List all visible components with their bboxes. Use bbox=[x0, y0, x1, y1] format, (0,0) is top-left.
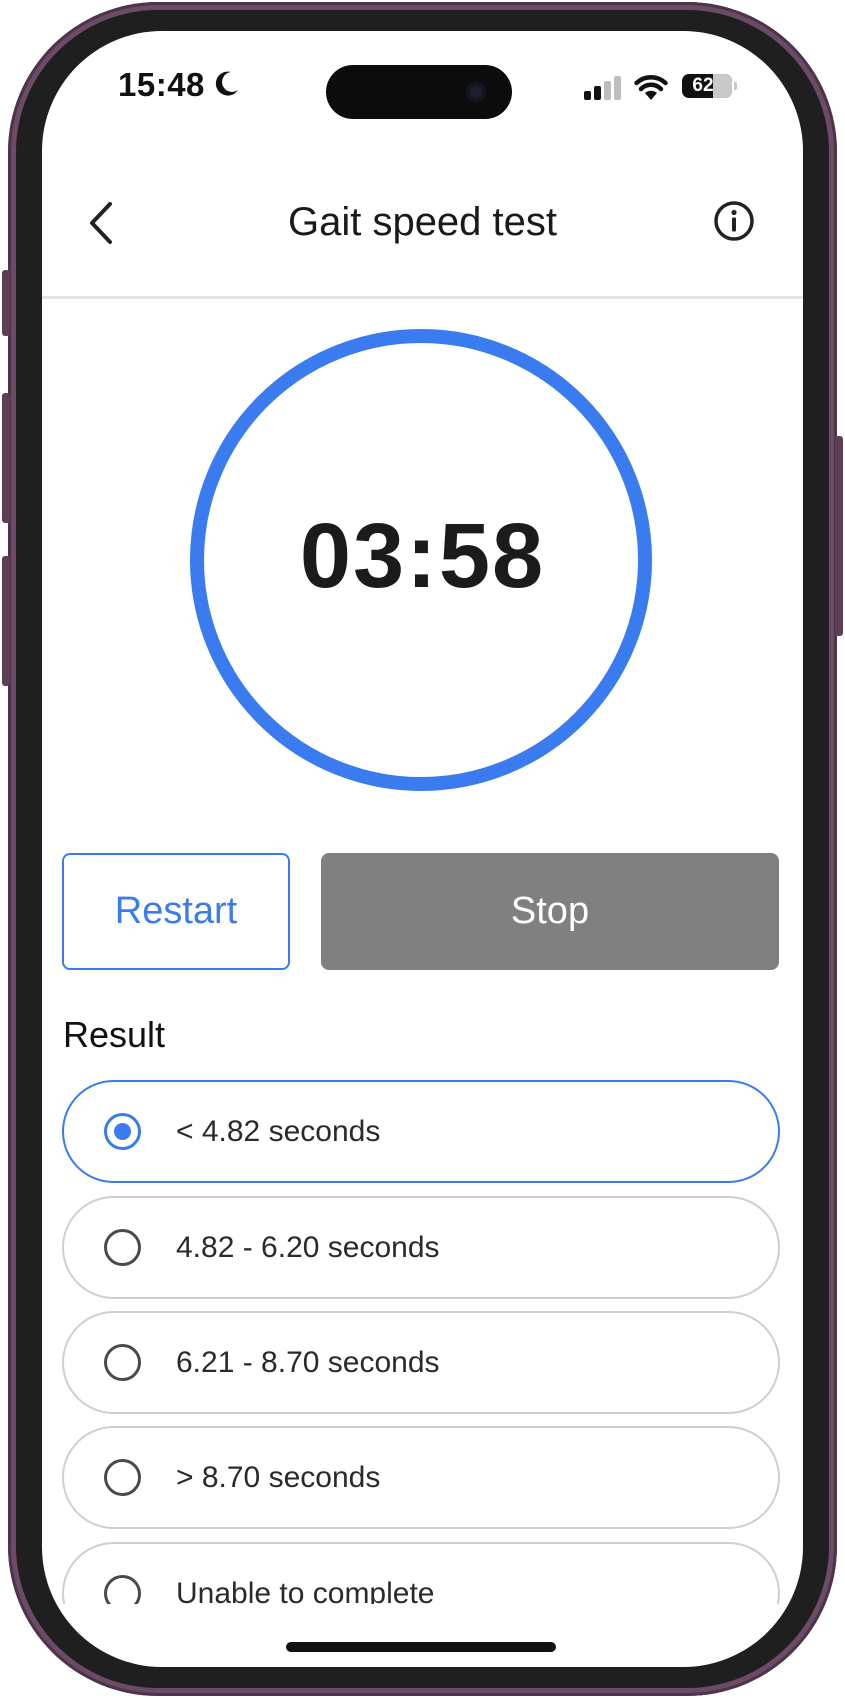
timer-display: 03:58 bbox=[299, 505, 546, 607]
result-option-unable[interactable]: Unable to complete bbox=[62, 1542, 780, 1604]
result-option-label: > 8.70 seconds bbox=[176, 1461, 381, 1494]
radio-unselected-icon[interactable] bbox=[104, 1575, 141, 1604]
camera-icon bbox=[466, 82, 486, 102]
radio-unselected-icon[interactable] bbox=[104, 1344, 141, 1381]
battery-icon: 62 bbox=[682, 74, 732, 98]
action-button bbox=[2, 270, 10, 336]
moon-icon bbox=[215, 71, 238, 96]
result-option-6-21-to-8-70[interactable]: 6.21 - 8.70 seconds bbox=[62, 1311, 780, 1414]
stop-button[interactable]: Stop bbox=[321, 853, 779, 970]
result-option-over-8-70[interactable]: > 8.70 seconds bbox=[62, 1426, 780, 1529]
header-divider bbox=[42, 296, 803, 299]
radio-unselected-icon[interactable] bbox=[104, 1459, 141, 1496]
battery-level: 62 bbox=[692, 75, 714, 96]
radio-unselected-icon[interactable] bbox=[104, 1229, 141, 1266]
home-indicator[interactable] bbox=[286, 1642, 556, 1652]
result-options: < 4.82 seconds 4.82 - 6.20 seconds 6.21 … bbox=[42, 1070, 803, 1604]
wifi-icon bbox=[634, 75, 668, 100]
result-option-under-4-82[interactable]: < 4.82 seconds bbox=[62, 1080, 780, 1183]
result-option-label: < 4.82 seconds bbox=[176, 1115, 381, 1148]
radio-selected-icon[interactable] bbox=[104, 1113, 141, 1150]
info-circle-icon[interactable] bbox=[713, 200, 755, 242]
result-option-label: 6.21 - 8.70 seconds bbox=[176, 1346, 440, 1379]
result-heading: Result bbox=[63, 1014, 166, 1055]
result-option-label: 4.82 - 6.20 seconds bbox=[176, 1231, 440, 1264]
result-option-4-82-to-6-20[interactable]: 4.82 - 6.20 seconds bbox=[62, 1196, 780, 1299]
result-option-label: Unable to complete bbox=[176, 1577, 435, 1604]
status-time: 15:48 bbox=[118, 66, 205, 103]
signal-icon bbox=[584, 76, 621, 100]
restart-button[interactable]: Restart bbox=[62, 853, 290, 970]
